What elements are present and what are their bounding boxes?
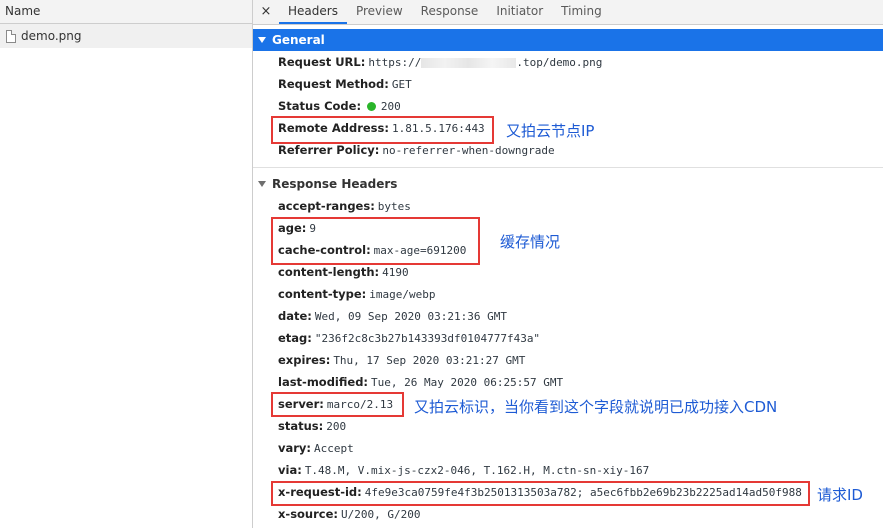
header-value: GET [391, 78, 412, 91]
header-row-cache-control: cache-control: max-age=691200 [278, 239, 883, 261]
file-icon [6, 29, 16, 43]
header-key: date: [278, 309, 312, 323]
header-row-etag: etag: "236f2c8c3b27b143393df0104777f43a" [278, 327, 883, 349]
status-ok-icon [366, 102, 376, 111]
request-list-pane: Name demo.png [0, 0, 253, 528]
header-row-x-request-id: x-request-id: 4fe9e3ca0759fe4f3b250131350… [278, 481, 883, 503]
header-key: etag: [278, 331, 312, 345]
header-key: Request URL: [278, 55, 366, 69]
triangle-down-icon [258, 37, 266, 43]
annotation-cache: 缓存情况 [500, 233, 561, 251]
general-rows: Request URL: https:// .top/demo.png Reques… [253, 51, 883, 161]
header-value: U/200, G/200 [341, 508, 421, 521]
header-key: accept-ranges: [278, 199, 375, 213]
header-key: vary: [278, 441, 312, 455]
triangle-down-icon [258, 181, 266, 187]
header-key: content-length: [278, 265, 380, 279]
close-icon[interactable]: × [253, 0, 279, 24]
header-row-status-code: Status Code: 200 [278, 95, 883, 117]
header-row-date: date: Wed, 09 Sep 2020 03:21:36 GMT [278, 305, 883, 327]
name-column-label: Name [5, 4, 41, 18]
header-row-age: age: 9 [278, 217, 883, 239]
url-suffix: .top/demo.png [516, 56, 603, 69]
tab-initiator[interactable]: Initiator [487, 0, 552, 24]
header-value: marco/2.13 [326, 398, 394, 411]
header-row-referrer-policy: Referrer Policy: no-referrer-when-downgra… [278, 139, 883, 161]
section-divider [253, 167, 883, 168]
header-value: no-referrer-when-downgrade [382, 144, 555, 157]
annotation-remote-address: 又拍云节点IP [506, 122, 595, 140]
header-row-request-url: Request URL: https:// .top/demo.png [278, 51, 883, 73]
tab-preview[interactable]: Preview [347, 0, 412, 24]
header-row-accept-ranges: accept-ranges: bytes [278, 195, 883, 217]
header-key: Request Method: [278, 77, 389, 91]
header-key: via: [278, 463, 302, 477]
header-row-request-method: Request Method: GET [278, 73, 883, 95]
tab-headers[interactable]: Headers [279, 0, 347, 24]
tab-timing[interactable]: Timing [552, 0, 611, 24]
tab-response[interactable]: Response [412, 0, 488, 24]
general-section-title: General [272, 33, 325, 47]
header-value: "236f2c8c3b27b143393df0104777f43a" [314, 332, 541, 345]
header-value: Accept [314, 442, 354, 455]
general-section-header[interactable]: General [253, 29, 883, 51]
header-key: Status Code: [278, 99, 362, 113]
header-row-last-modified: last-modified: Tue, 26 May 2020 06:25:57 … [278, 371, 883, 393]
header-value: 9 [309, 222, 317, 235]
header-row-status: status: 200 [278, 415, 883, 437]
response-headers-section-header[interactable]: Response Headers [253, 173, 883, 195]
header-value: 1.81.5.176:443 [391, 122, 485, 135]
header-key: age: [278, 221, 307, 235]
header-value: Tue, 26 May 2020 06:25:57 GMT [371, 376, 564, 389]
response-rows: accept-ranges: bytes age: 9 cache-control:… [253, 195, 883, 525]
header-key: content-type: [278, 287, 367, 301]
url-prefix: https:// [368, 56, 422, 69]
header-row-expires: expires: Thu, 17 Sep 2020 03:21:27 GMT [278, 349, 883, 371]
header-key: last-modified: [278, 375, 369, 389]
header-key: expires: [278, 353, 331, 367]
header-value: 200 [326, 420, 347, 433]
header-key: x-request-id: [278, 485, 362, 499]
header-key: status: [278, 419, 324, 433]
annotation-server: 又拍云标识，当你看到这个字段就说明已成功接入CDN [414, 398, 778, 416]
header-value: Thu, 17 Sep 2020 03:21:27 GMT [333, 354, 526, 367]
header-value: https:// .top/demo.png [368, 56, 602, 69]
header-key: server: [278, 397, 324, 411]
header-row-x-source: x-source: U/200, G/200 [278, 503, 883, 525]
header-key: Remote Address: [278, 121, 389, 135]
header-value: 200 [380, 100, 401, 113]
header-value: 4fe9e3ca0759fe4f3b2501313503a782; a5ec6f… [364, 486, 802, 499]
name-column-header[interactable]: Name [0, 0, 252, 24]
response-headers-title: Response Headers [272, 177, 398, 191]
header-row-content-type: content-type: image/webp [278, 283, 883, 305]
header-row-vary: vary: Accept [278, 437, 883, 459]
header-value: bytes [377, 200, 411, 213]
header-value: image/webp [369, 288, 436, 301]
details-tabbar: × Headers Preview Response Initiator Tim… [253, 0, 883, 25]
header-value: 4190 [382, 266, 409, 279]
header-row-via: via: T.48.M, V.mix-js-czx2-046, T.162.H, … [278, 459, 883, 481]
request-file-name: demo.png [21, 29, 82, 43]
redacted-domain [421, 58, 517, 68]
devtools-network-panel: Name demo.png × Headers Preview Response… [0, 0, 883, 528]
header-value: max-age=691200 [373, 244, 467, 257]
header-row-content-length: content-length: 4190 [278, 261, 883, 283]
header-value: T.48.M, V.mix-js-czx2-046, T.162.H, M.ct… [304, 464, 650, 477]
header-value: Wed, 09 Sep 2020 03:21:36 GMT [314, 310, 507, 323]
header-key: cache-control: [278, 243, 371, 257]
annotation-request-id: 请求ID [817, 486, 863, 504]
header-key: Referrer Policy: [278, 143, 380, 157]
details-pane: × Headers Preview Response Initiator Tim… [253, 0, 883, 528]
request-row-demo-png[interactable]: demo.png [0, 24, 252, 48]
header-key: x-source: [278, 507, 339, 521]
